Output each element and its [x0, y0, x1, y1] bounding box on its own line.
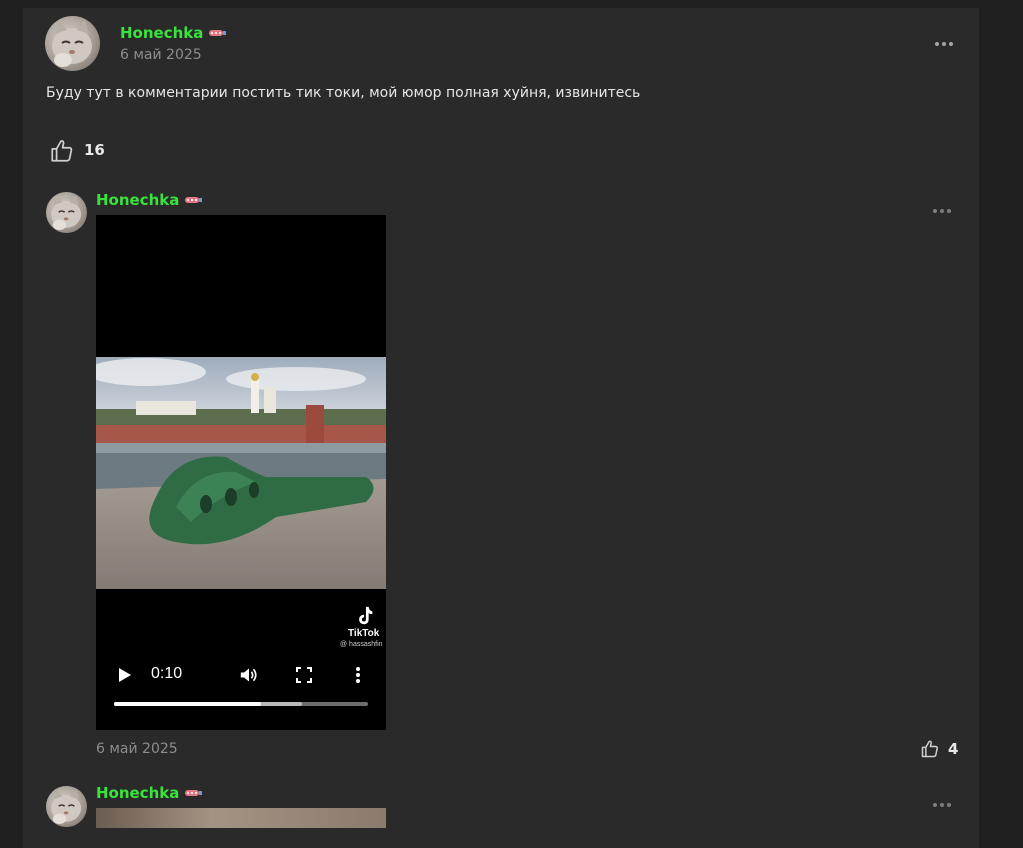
video-progress-track[interactable]	[114, 702, 368, 706]
post-more-icon[interactable]	[935, 33, 956, 46]
comment-avatar[interactable]	[46, 786, 87, 827]
post-author[interactable]: Honechka	[120, 24, 227, 43]
sausage-badge-icon	[183, 785, 203, 803]
video-frame-image	[96, 357, 386, 589]
post-like-button[interactable]: 16	[49, 138, 109, 164]
cat-avatar-icon	[52, 20, 92, 67]
comment-more-icon[interactable]	[933, 794, 954, 807]
post-text: Буду тут в комментарии постить тик токи,…	[46, 85, 641, 101]
video-progress-played	[114, 702, 261, 706]
video-thumbnail[interactable]	[96, 808, 386, 828]
sausage-badge-icon	[183, 192, 203, 210]
thumbs-up-icon	[921, 740, 938, 758]
tiktok-logo-icon	[359, 606, 373, 625]
cat-avatar-icon	[51, 788, 82, 825]
comment-author[interactable]: Honechka	[96, 784, 203, 803]
comment-like-count: 4	[948, 740, 959, 758]
comment-like-button[interactable]: 4	[920, 738, 962, 760]
thumbs-up-icon	[51, 140, 73, 162]
post-avatar[interactable]	[45, 16, 100, 71]
tiktok-brand: TikTok	[348, 628, 380, 639]
post-like-count: 16	[84, 141, 105, 159]
comment-more-icon[interactable]	[933, 200, 954, 213]
play-icon[interactable]	[118, 667, 132, 683]
comment-date: 6 май 2025	[96, 741, 178, 757]
fullscreen-icon[interactable]	[296, 667, 312, 683]
video-time: 0:10	[151, 665, 183, 682]
post-date: 6 май 2025	[120, 47, 202, 63]
vertical-dots-icon[interactable]	[355, 666, 361, 684]
cat-avatar-icon	[51, 194, 82, 231]
comment-author[interactable]: Honechka	[96, 191, 203, 210]
volume-icon[interactable]	[239, 666, 259, 684]
comment-avatar[interactable]	[46, 192, 87, 233]
video-player[interactable]: TikTok @ hassashfin 0:10	[96, 215, 386, 730]
sausage-badge-icon	[207, 25, 227, 43]
tiktok-user: @ hassashfin	[340, 641, 383, 648]
